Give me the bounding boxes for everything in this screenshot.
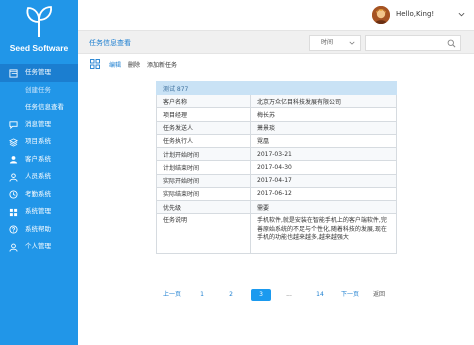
time-select[interactable]: 时间 <box>309 35 361 51</box>
task-detail-table: 测试 877 客户名称 北京万众亿目科技发展有限公司 项目经理 梅长苏 任务发送人萧… <box>156 81 397 255</box>
topbar: Hello,King! <box>78 0 474 30</box>
page-14-button[interactable]: 14 <box>312 289 328 301</box>
sidebar-item-system[interactable]: 系统管理 <box>0 203 78 221</box>
sidebar-item-label: 人员系统 <box>25 172 51 180</box>
field-value: 2017-03-21 <box>250 146 397 162</box>
table-row: 实际结束时间 2017-06-12 <box>156 186 397 202</box>
field-label: 计划结束时间 <box>156 160 251 175</box>
field-label: 计划开始时间 <box>156 146 251 162</box>
search-icon[interactable] <box>447 39 456 48</box>
sidebar-item-label: 任务管理 <box>25 68 51 76</box>
pagination: 上一页 1 2 3 ... 14 下一页 返回 <box>0 289 474 301</box>
table-row: 项目经理 梅长苏 <box>156 107 397 122</box>
sidebar-item-messages[interactable]: 消息管理 <box>0 116 78 134</box>
sidebar-subitem-view-task[interactable]: 任务信息查看 <box>0 99 78 116</box>
page-header: 任务信息查看 时间 <box>78 30 474 54</box>
attendance-icon <box>9 190 18 199</box>
page-3-button[interactable]: 3 <box>251 289 271 301</box>
sidebar-item-label: 消息管理 <box>25 119 51 128</box>
message-icon <box>9 121 18 129</box>
brand-name: Seed Software <box>9 43 69 53</box>
table-row: 客户名称 北京万众亿目科技发展有限公司 <box>156 93 397 109</box>
table-row: 优先级 需要 <box>156 199 397 215</box>
sidebar-item-personal[interactable]: 个人管理 <box>0 238 78 256</box>
search-input[interactable] <box>365 35 461 51</box>
delete-button[interactable]: 删除 <box>128 60 140 69</box>
field-label: 任务执行人 <box>156 133 251 149</box>
page-title: 任务信息查看 <box>89 39 131 47</box>
task-icon <box>9 68 18 78</box>
field-value: 2017-04-30 <box>250 160 397 175</box>
sidebar-item-label: 个人管理 <box>25 242 51 250</box>
page-2-button[interactable]: 2 <box>224 289 238 301</box>
sidebar-item-label: 项目系统 <box>25 137 51 145</box>
field-value: 需要 <box>250 199 397 215</box>
system-icon <box>9 208 18 216</box>
chevron-down-icon[interactable] <box>458 11 465 18</box>
chevron-down-icon <box>349 41 355 45</box>
user-icon <box>9 243 18 252</box>
field-value: 北京万众亿目科技发展有限公司 <box>250 93 397 109</box>
task-name-header: 测试 877 <box>156 81 397 95</box>
time-select-label: 时间 <box>321 39 334 46</box>
sidebar-item-help[interactable]: 系统帮助 <box>0 221 78 239</box>
field-label: 任务说明 <box>156 213 251 255</box>
sprout-logo-icon <box>26 6 52 37</box>
field-label: 客户名称 <box>156 93 251 109</box>
grid-view-icon[interactable] <box>90 59 100 69</box>
field-value: 2017-04-17 <box>250 173 397 188</box>
sidebar-item-task-management[interactable]: 任务管理 <box>0 64 78 82</box>
sidebar-nav: 任务管理 创建任务 任务信息查看 消息管理 项目系统 客户系统 人员系统 考勤系… <box>0 64 78 256</box>
page-1-button[interactable]: 1 <box>195 289 209 301</box>
sidebar-item-customers[interactable]: 客户系统 <box>0 151 78 169</box>
sidebar-item-projects[interactable]: 项目系统 <box>0 133 78 151</box>
sidebar-item-people[interactable]: 人员系统 <box>0 168 78 186</box>
sidebar-subitem-create-task[interactable]: 创建任务 <box>0 82 78 99</box>
field-label: 项目经理 <box>156 107 251 122</box>
sidebar-item-attendance[interactable]: 考勤系统 <box>0 186 78 204</box>
avatar-image <box>372 6 390 24</box>
field-value: 萧景琰 <box>250 120 397 135</box>
field-label: 实际开始时间 <box>156 173 251 188</box>
field-value: 梅长苏 <box>250 107 397 122</box>
next-page-button[interactable]: 下一页 <box>338 289 362 301</box>
table-row: 计划结束时间 2017-04-30 <box>156 160 397 175</box>
table-row: 实际开始时间 2017-04-17 <box>156 173 397 188</box>
sidebar-item-label: 系统管理 <box>25 207 51 215</box>
user-greeting[interactable]: Hello,King! <box>396 10 434 18</box>
field-value: 手机软件,就是安装在智能手机上的客户端软件,完善原始系统的不足与个性化,随着科技… <box>250 213 397 255</box>
customer-icon <box>9 156 18 164</box>
logo: Seed Software <box>0 5 78 57</box>
edit-button[interactable]: 编辑 <box>109 60 121 69</box>
sidebar-item-label: 客户系统 <box>25 154 51 163</box>
sidebar-item-label: 系统帮助 <box>25 224 51 233</box>
help-icon <box>9 225 18 234</box>
people-icon <box>9 172 18 182</box>
page-ellipsis: ... <box>286 291 292 298</box>
prev-page-button[interactable]: 上一页 <box>160 289 184 301</box>
field-label: 实际结束时间 <box>156 186 251 202</box>
field-label: 任务发送人 <box>156 120 251 135</box>
sidebar-item-label: 考勤系统 <box>25 189 51 198</box>
add-task-button[interactable]: 添加新任务 <box>147 60 177 69</box>
table-row: 任务执行人 霓凰 <box>156 133 397 149</box>
table-row: 任务发送人 萧景琰 <box>156 120 397 135</box>
table-row: 计划开始时间 2017-03-21 <box>156 146 397 162</box>
table-header-row: 测试 877 <box>156 81 397 95</box>
project-icon <box>9 137 18 147</box>
field-value: 霓凰 <box>250 133 397 149</box>
field-value: 2017-06-12 <box>250 186 397 202</box>
table-row-description: 任务说明 手机软件,就是安装在智能手机上的客户端软件,完善原始系统的不足与个性化,… <box>156 213 397 255</box>
field-label: 优先级 <box>156 199 251 215</box>
back-button[interactable]: 返回 <box>369 289 389 301</box>
avatar[interactable] <box>372 6 390 24</box>
